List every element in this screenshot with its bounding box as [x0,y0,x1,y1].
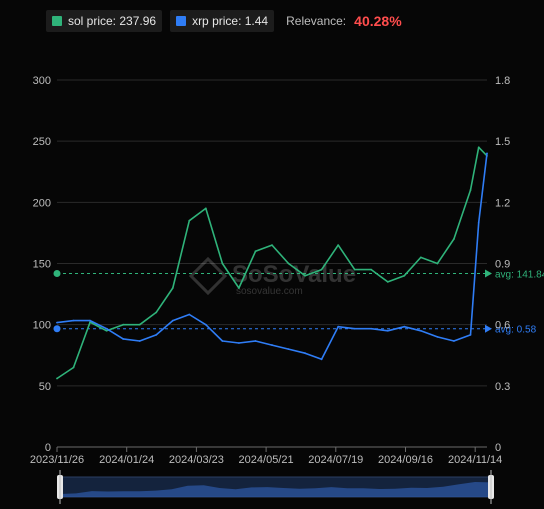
xrp-data-point [287,348,290,351]
xrp-average-arrow [485,324,492,333]
xrp-data-point [370,327,373,330]
xrp-price-line [56,153,488,361]
xrp-data-point [122,338,125,340]
x-tick-label: 2024/05/21 [239,454,294,466]
sol-data-point [271,244,273,247]
sol-data-point [72,366,75,369]
x-tick-label: 2024/09/16 [378,454,433,466]
y-left-tick-label: 0 [45,442,51,454]
y-left-tick-label: 200 [33,197,51,209]
xrp-data-point [155,333,158,336]
x-tick-label: 2023/11/26 [30,454,84,466]
sol-data-point [403,274,406,277]
y-right-tick-label: 1.8 [495,75,510,87]
price-chart[interactable]: SoSoValue sosovalue.com avg: 141.84avg: … [0,0,544,509]
sol-data-point [337,244,340,247]
y-right-tick-label: 0.6 [495,320,510,332]
sol-data-point [386,280,389,283]
xrp-data-point [486,152,488,155]
xrp-data-point [436,336,439,338]
sol-average-dot [53,269,61,277]
sol-data-point [122,323,125,326]
y-left-tick-label: 50 [39,381,51,393]
x-tick-label: 2024/11/14 [448,454,502,466]
sol-average-arrow [485,269,492,278]
y-right-tick-label: 0.3 [495,381,510,393]
sol-data-point [188,219,191,222]
y-left-tick-label: 150 [33,259,51,271]
sol-data-point [370,268,373,271]
watermark-url: sosovalue.com [236,286,303,297]
xrp-data-point [204,323,207,326]
sol-data-point [469,189,472,192]
xrp-data-point [72,319,75,322]
watermark-brand: SoSoValue [232,261,356,288]
sol-data-point [254,250,257,253]
xrp-data-point [469,333,472,336]
xrp-average-dot [53,325,61,333]
xrp-data-point [403,325,406,328]
sol-data-point [304,274,306,277]
xrp-data-point [56,321,58,324]
y-right-tick-label: 0.9 [495,259,510,271]
xrp-data-point [419,329,422,332]
xrp-data-point [386,329,389,332]
sol-data-point [419,256,422,259]
xrp-data-point [353,327,356,330]
x-tick-label: 2024/07/19 [308,454,363,466]
xrp-data-point [271,344,273,346]
sol-data-point [204,207,207,210]
xrp-data-point [320,358,323,361]
y-left-tick-label: 250 [33,136,51,148]
sol-data-point [56,377,58,380]
xrp-data-point [89,319,91,322]
sol-data-point [138,323,141,326]
xrp-data-point [138,340,141,342]
sol-data-point [287,262,290,265]
xrp-data-point [171,319,174,322]
sol-data-point [453,238,455,240]
xrp-data-point [304,352,306,355]
xrp-data-point [221,340,224,342]
watermark-logo: SoSoValue sosovalue.com [188,256,356,297]
time-range-slider[interactable] [57,470,494,504]
y-right-tick-label: 1.2 [495,197,510,209]
sol-data-point [353,268,356,271]
sol-data-point [171,287,174,289]
sol-average-label: avg: 141.84 [495,269,544,280]
xrp-data-point [188,313,191,316]
sol-data-point [155,311,158,314]
sol-data-point [477,146,480,149]
sol-data-point [105,329,108,332]
xrp-data-point [238,342,240,344]
sol-data-point [436,262,439,265]
x-tick-label: 2024/01/24 [99,454,154,466]
sol-data-point [320,268,323,271]
sol-data-point [221,262,224,265]
xrp-data-point [105,327,108,330]
xrp-data-point [254,340,257,342]
xrp-data-point [453,340,455,342]
sol-data-point [238,287,240,289]
y-left-tick-label: 100 [33,320,51,332]
y-right-tick-label: 1.5 [495,136,510,148]
y-left-tick-label: 300 [33,75,51,87]
y-right-tick-label: 0 [495,442,501,454]
x-tick-label: 2024/03/23 [169,454,224,466]
xrp-data-point [337,325,340,328]
xrp-data-point [477,221,480,224]
